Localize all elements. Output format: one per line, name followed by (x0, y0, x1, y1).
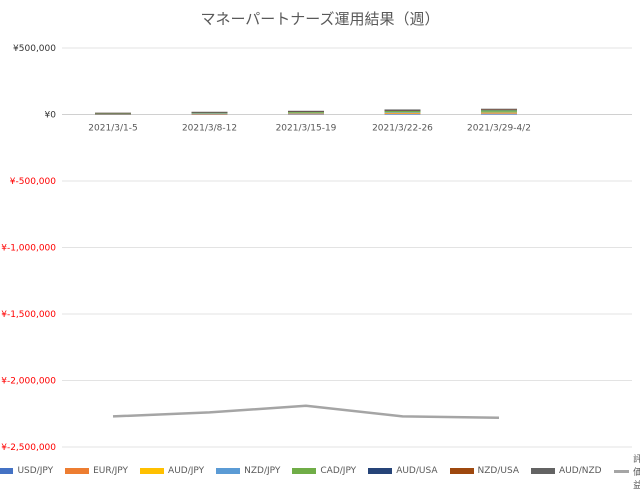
legend-label: EUR/JPY (93, 466, 129, 476)
legend-label: NZD/USA (477, 466, 520, 476)
legend-item: NZD/JPY (216, 466, 280, 476)
legend-item: CAD/JPY (292, 466, 356, 476)
legend-label: AUD/NZD (559, 466, 602, 476)
y-tick-label: ¥500,000 (13, 44, 56, 54)
bar-segment (288, 110, 324, 112)
bar-segment (481, 113, 517, 115)
legend-item: AUD/USA (368, 466, 438, 476)
x-tick-label: 2021/3/8-12 (182, 124, 237, 134)
legend-item: EUR/JPY (65, 466, 128, 476)
y-tick-label: ¥-2,500,000 (1, 443, 56, 453)
bar-segment (191, 111, 228, 113)
legend-label: AUD/USA (396, 466, 438, 476)
y-tick-label: ¥-2,000,000 (1, 377, 56, 387)
legend-item: USD/JPY (0, 466, 53, 476)
bar-segment (288, 111, 324, 113)
y-tick-label: ¥-1,000,000 (1, 244, 56, 254)
legend-label: AUD/JPY (168, 466, 205, 476)
bar-segment (481, 110, 517, 112)
legend-item: AUD/NZD (531, 466, 602, 476)
legend-item: 評価益 (613, 452, 640, 491)
bar-segment (481, 108, 517, 110)
bar-segment (288, 113, 324, 115)
bar-segment (191, 113, 228, 114)
bar-segment (481, 111, 517, 113)
bar-segment (384, 109, 421, 111)
chart: マネーパートナーズ運用結果（週） ¥500,000 ¥0 ¥-500,000 ¥-1,… (0, 0, 640, 491)
legend-swatch (65, 468, 90, 474)
bar-segment (288, 112, 324, 114)
legend-swatch (0, 468, 14, 474)
legend-item: AUD/JPY (140, 466, 204, 476)
bar-segment (384, 110, 421, 113)
y-tick-label: ¥-500,000 (10, 177, 56, 187)
bar-segment (95, 112, 131, 114)
legend-swatch (613, 469, 630, 473)
y-tick-label: ¥-1,500,000 (1, 310, 56, 320)
legend-label: CAD/JPY (320, 466, 357, 476)
x-tick-label: 2021/3/15-19 (276, 124, 337, 134)
legend-item: NZD/USA (449, 466, 520, 476)
bar-segment (384, 113, 421, 114)
x-tick-label: 2021/3/29-4/2 (467, 124, 531, 134)
chart-plot: ¥500,000 ¥0 ¥-500,000 ¥-1,000,000 ¥-1,500,00… (1, 44, 632, 453)
legend-label: USD/JPY (17, 466, 54, 476)
legend-label: 評価益 (633, 454, 640, 491)
legend-swatch (449, 468, 474, 474)
legend-swatch (140, 468, 165, 474)
legend-swatch (292, 468, 317, 474)
chart-legend: USD/JPY EUR/JPY AUD/JPY NZD/JPY CAD/JPY AUD/U… (0, 455, 640, 491)
bar-segment (95, 113, 131, 115)
y-tick-label: ¥0 (45, 111, 57, 121)
legend-label: NZD/JPY (244, 466, 281, 476)
legend-swatch (368, 468, 393, 474)
x-tick-label: 2021/3/1-5 (88, 124, 137, 134)
legend-swatch (531, 468, 556, 474)
legend-swatch (216, 468, 241, 474)
bar-segment (481, 113, 517, 114)
x-tick-label: 2021/3/22-26 (372, 124, 433, 134)
line-series (112, 404, 500, 419)
bar-segment (384, 112, 421, 113)
